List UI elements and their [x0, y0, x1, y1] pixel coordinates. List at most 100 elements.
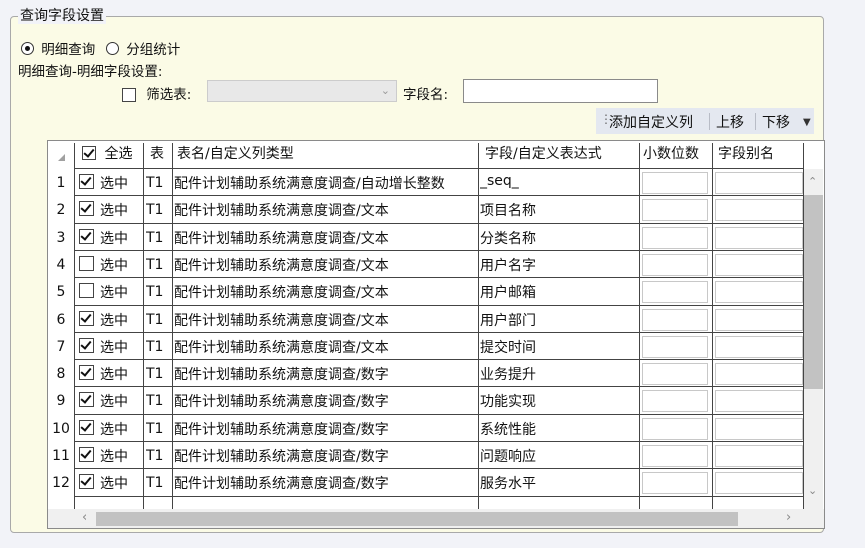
decimals-input[interactable] — [642, 172, 708, 194]
alias-input[interactable] — [715, 363, 803, 386]
alias-input[interactable] — [715, 281, 803, 304]
decimals-input[interactable] — [642, 281, 708, 304]
decimals-input[interactable] — [642, 472, 708, 495]
table-cell-field[interactable]: 提交时间 — [480, 337, 536, 357]
row-select-checkbox[interactable] — [79, 228, 94, 244]
table-row[interactable]: 7 选中 T1 配件计划辅助系统满意度调查/文本 提交时间 — [48, 333, 803, 360]
row-select-label: 选中 — [100, 230, 128, 247]
filter-table-checkbox[interactable]: 筛选表: — [122, 83, 191, 103]
alias-input[interactable] — [715, 390, 803, 413]
column-header-type[interactable]: 表名/自定义列类型 — [177, 141, 294, 168]
decimals-input[interactable] — [642, 308, 708, 331]
column-header-decimals[interactable]: 小数位数 — [643, 141, 699, 168]
table-row[interactable]: 1 选中 T1 配件计划辅助系统满意度调查/自动增长整数 _seq_ — [48, 169, 803, 196]
decimals-input[interactable] — [642, 363, 708, 386]
row-select-checkbox[interactable] — [79, 255, 94, 271]
row-select-checkbox[interactable] — [79, 365, 94, 381]
field-name-input[interactable] — [463, 79, 658, 103]
radio-group-stats[interactable]: 分组统计 — [106, 38, 180, 58]
table-cell-table: T1 — [146, 366, 164, 383]
row-select-checkbox[interactable] — [79, 283, 94, 299]
row-select-checkbox[interactable] — [79, 392, 94, 408]
grid-row-line — [74, 441, 803, 442]
grid-row-line — [74, 495, 803, 497]
alias-input[interactable] — [715, 445, 803, 467]
table-row[interactable]: 11 选中 T1 配件计划辅助系统满意度调查/数字 问题响应 — [48, 442, 803, 469]
table-row[interactable]: 2 选中 T1 配件计划辅助系统满意度调查/文本 项目名称 — [48, 196, 803, 223]
select-all-header[interactable]: 全选 — [82, 141, 132, 168]
scroll-right-icon[interactable]: › — [786, 510, 791, 525]
table-cell-field[interactable]: 分类名称 — [480, 228, 536, 248]
table-row[interactable]: 10 选中 T1 配件计划辅助系统满意度调查/数字 系统性能 — [48, 415, 803, 442]
table-row[interactable]: 12 选中 T1 配件计划辅助系统满意度调查/数字 服务水平 — [48, 469, 803, 496]
filter-checkbox-box[interactable] — [122, 88, 136, 102]
table-cell-field[interactable]: 用户名字 — [480, 255, 536, 275]
row-select-checkbox[interactable] — [79, 201, 94, 217]
grid-row-line — [74, 359, 803, 361]
table-cell-field[interactable]: _seq_ — [480, 173, 519, 189]
column-header-table[interactable]: 表 — [150, 141, 164, 168]
radio-group-indicator[interactable] — [106, 42, 119, 55]
vertical-scroll-thumb[interactable] — [803, 195, 823, 389]
row-select-checkbox[interactable] — [79, 337, 94, 353]
table-cell-type: 配件计划辅助系统满意度调查/文本 — [174, 203, 389, 220]
alias-input[interactable] — [715, 308, 803, 331]
table-row[interactable]: 8 选中 T1 配件计划辅助系统满意度调查/数字 业务提升 — [48, 360, 803, 387]
move-down-button[interactable]: 下移 — [762, 112, 790, 132]
chevron-down-icon[interactable]: ⌄ — [381, 84, 390, 97]
scroll-left-icon[interactable]: ‹ — [82, 510, 87, 525]
alias-input[interactable] — [715, 253, 803, 276]
column-header-alias[interactable]: 字段别名 — [718, 141, 774, 168]
alias-input[interactable] — [715, 226, 803, 249]
table-cell-field[interactable]: 功能实现 — [480, 391, 536, 411]
alias-input[interactable] — [715, 172, 803, 194]
row-select-checkbox[interactable] — [79, 419, 94, 435]
table-cell-type: 配件计划辅助系统满意度调查/文本 — [174, 339, 389, 356]
row-select-checkbox[interactable] — [79, 474, 94, 490]
table-cell-field[interactable]: 项目名称 — [480, 200, 536, 220]
decimals-input[interactable] — [642, 390, 708, 413]
select-all-checkbox[interactable] — [82, 146, 96, 160]
table-row[interactable]: 5 选中 T1 配件计划辅助系统满意度调查/文本 用户邮箱 — [48, 278, 803, 305]
decimals-input[interactable] — [642, 226, 708, 249]
alias-input[interactable] — [715, 199, 803, 222]
table-row[interactable]: 3 选中 T1 配件计划辅助系统满意度调查/文本 分类名称 — [48, 224, 803, 251]
row-select-checkbox[interactable] — [79, 310, 94, 326]
radio-detail-label: 明细查询 — [41, 42, 96, 58]
decimals-input[interactable] — [642, 335, 708, 358]
decimals-input[interactable] — [642, 199, 708, 222]
alias-input[interactable] — [715, 472, 803, 495]
filter-table-select[interactable]: ⌄ — [207, 80, 397, 102]
row-number: 3 — [56, 229, 66, 246]
toolbar-overflow-icon[interactable]: ▼ — [803, 117, 811, 128]
move-up-button[interactable]: 上移 — [716, 112, 744, 132]
add-custom-column-button[interactable]: 添加自定义列 — [609, 112, 693, 132]
scroll-down-icon[interactable]: ⌄ — [808, 484, 817, 497]
table-cell-field[interactable]: 业务提升 — [480, 364, 536, 384]
table-cell-field[interactable]: 问题响应 — [480, 446, 536, 466]
row-select-checkbox[interactable] — [79, 174, 94, 189]
decimals-input[interactable] — [642, 445, 708, 467]
decimals-input[interactable] — [642, 417, 708, 440]
alias-input[interactable] — [715, 417, 803, 440]
row-select-label: 选中 — [100, 176, 128, 192]
table-row[interactable]: 9 选中 T1 配件计划辅助系统满意度调查/数字 功能实现 — [48, 387, 803, 414]
table-cell-field[interactable]: 系统性能 — [480, 419, 536, 439]
table-cell-field[interactable]: 服务水平 — [480, 473, 536, 493]
table-row[interactable]: 4 选中 T1 配件计划辅助系统满意度调查/文本 用户名字 — [48, 251, 803, 278]
table-cell-type: 配件计划辅助系统满意度调查/文本 — [174, 230, 389, 247]
select-all-corner-icon[interactable] — [58, 154, 65, 161]
row-select-label: 选中 — [100, 312, 128, 329]
horizontal-scroll-thumb[interactable] — [96, 512, 738, 526]
row-select-checkbox[interactable] — [79, 447, 94, 462]
column-header-field[interactable]: 字段/自定义表达式 — [485, 141, 602, 168]
alias-input[interactable] — [715, 335, 803, 358]
decimals-input[interactable] — [642, 253, 708, 276]
table-cell-field[interactable]: 用户邮箱 — [480, 282, 536, 302]
radio-detail-query[interactable]: 明细查询 — [21, 38, 95, 58]
grid-row-line — [74, 249, 803, 251]
table-cell-field[interactable]: 用户部门 — [480, 310, 536, 330]
radio-detail-indicator[interactable] — [21, 42, 34, 55]
scroll-up-icon[interactable]: ⌃ — [808, 175, 817, 188]
table-row[interactable]: 6 选中 T1 配件计划辅助系统满意度调查/文本 用户部门 — [48, 306, 803, 333]
